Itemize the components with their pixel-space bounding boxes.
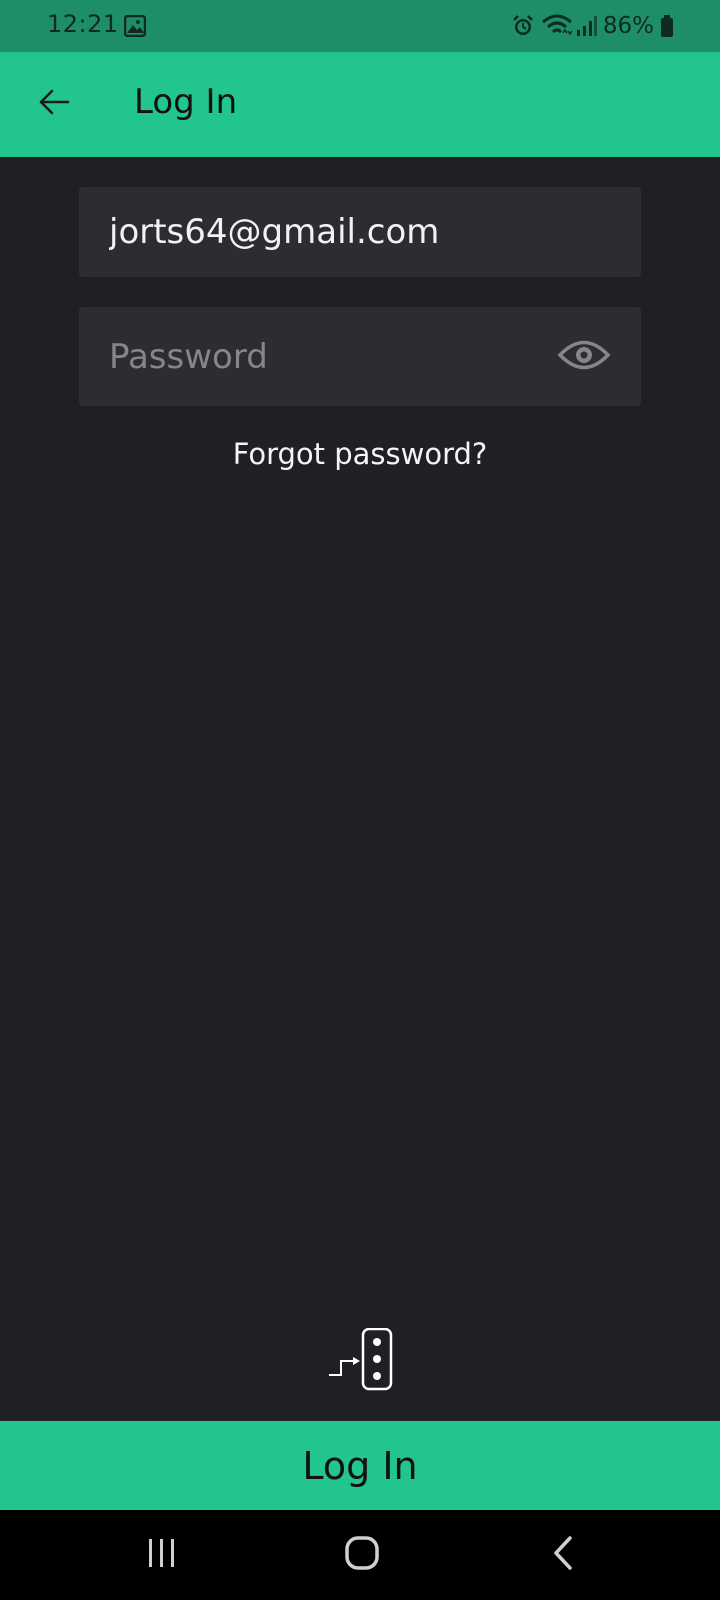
app-logo-icon <box>327 1327 393 1392</box>
battery-percent: 86% <box>602 13 654 39</box>
arrow-left-icon <box>37 88 71 120</box>
back-button[interactable] <box>22 72 86 136</box>
password-field-container <box>79 307 641 406</box>
battery-icon <box>660 14 674 38</box>
home-icon <box>344 1535 380 1575</box>
nav-back-button[interactable] <box>528 1530 598 1580</box>
page-title: Log In <box>134 82 238 122</box>
status-time: 12:21 <box>47 10 119 38</box>
recents-button[interactable] <box>127 1530 197 1580</box>
show-password-button[interactable] <box>557 335 611 379</box>
signal-icon <box>575 14 597 38</box>
navigation-bar <box>0 1510 720 1600</box>
back-chevron-icon <box>550 1535 576 1575</box>
forgot-password-link[interactable]: Forgot password? <box>0 437 720 471</box>
email-field[interactable] <box>109 187 579 277</box>
alarm-icon <box>511 14 535 38</box>
home-button[interactable] <box>327 1530 397 1580</box>
status-icons: 86% <box>511 12 674 40</box>
login-button[interactable]: Log In <box>0 1421 720 1510</box>
password-field[interactable] <box>109 307 579 406</box>
gallery-icon <box>123 14 147 38</box>
app-bar: Log In <box>0 52 720 157</box>
recents-icon <box>146 1537 178 1573</box>
status-bar: 12:21 86% <box>0 0 720 52</box>
eye-icon <box>557 338 611 376</box>
email-field-container <box>79 187 641 277</box>
wifi-icon <box>541 13 573 39</box>
